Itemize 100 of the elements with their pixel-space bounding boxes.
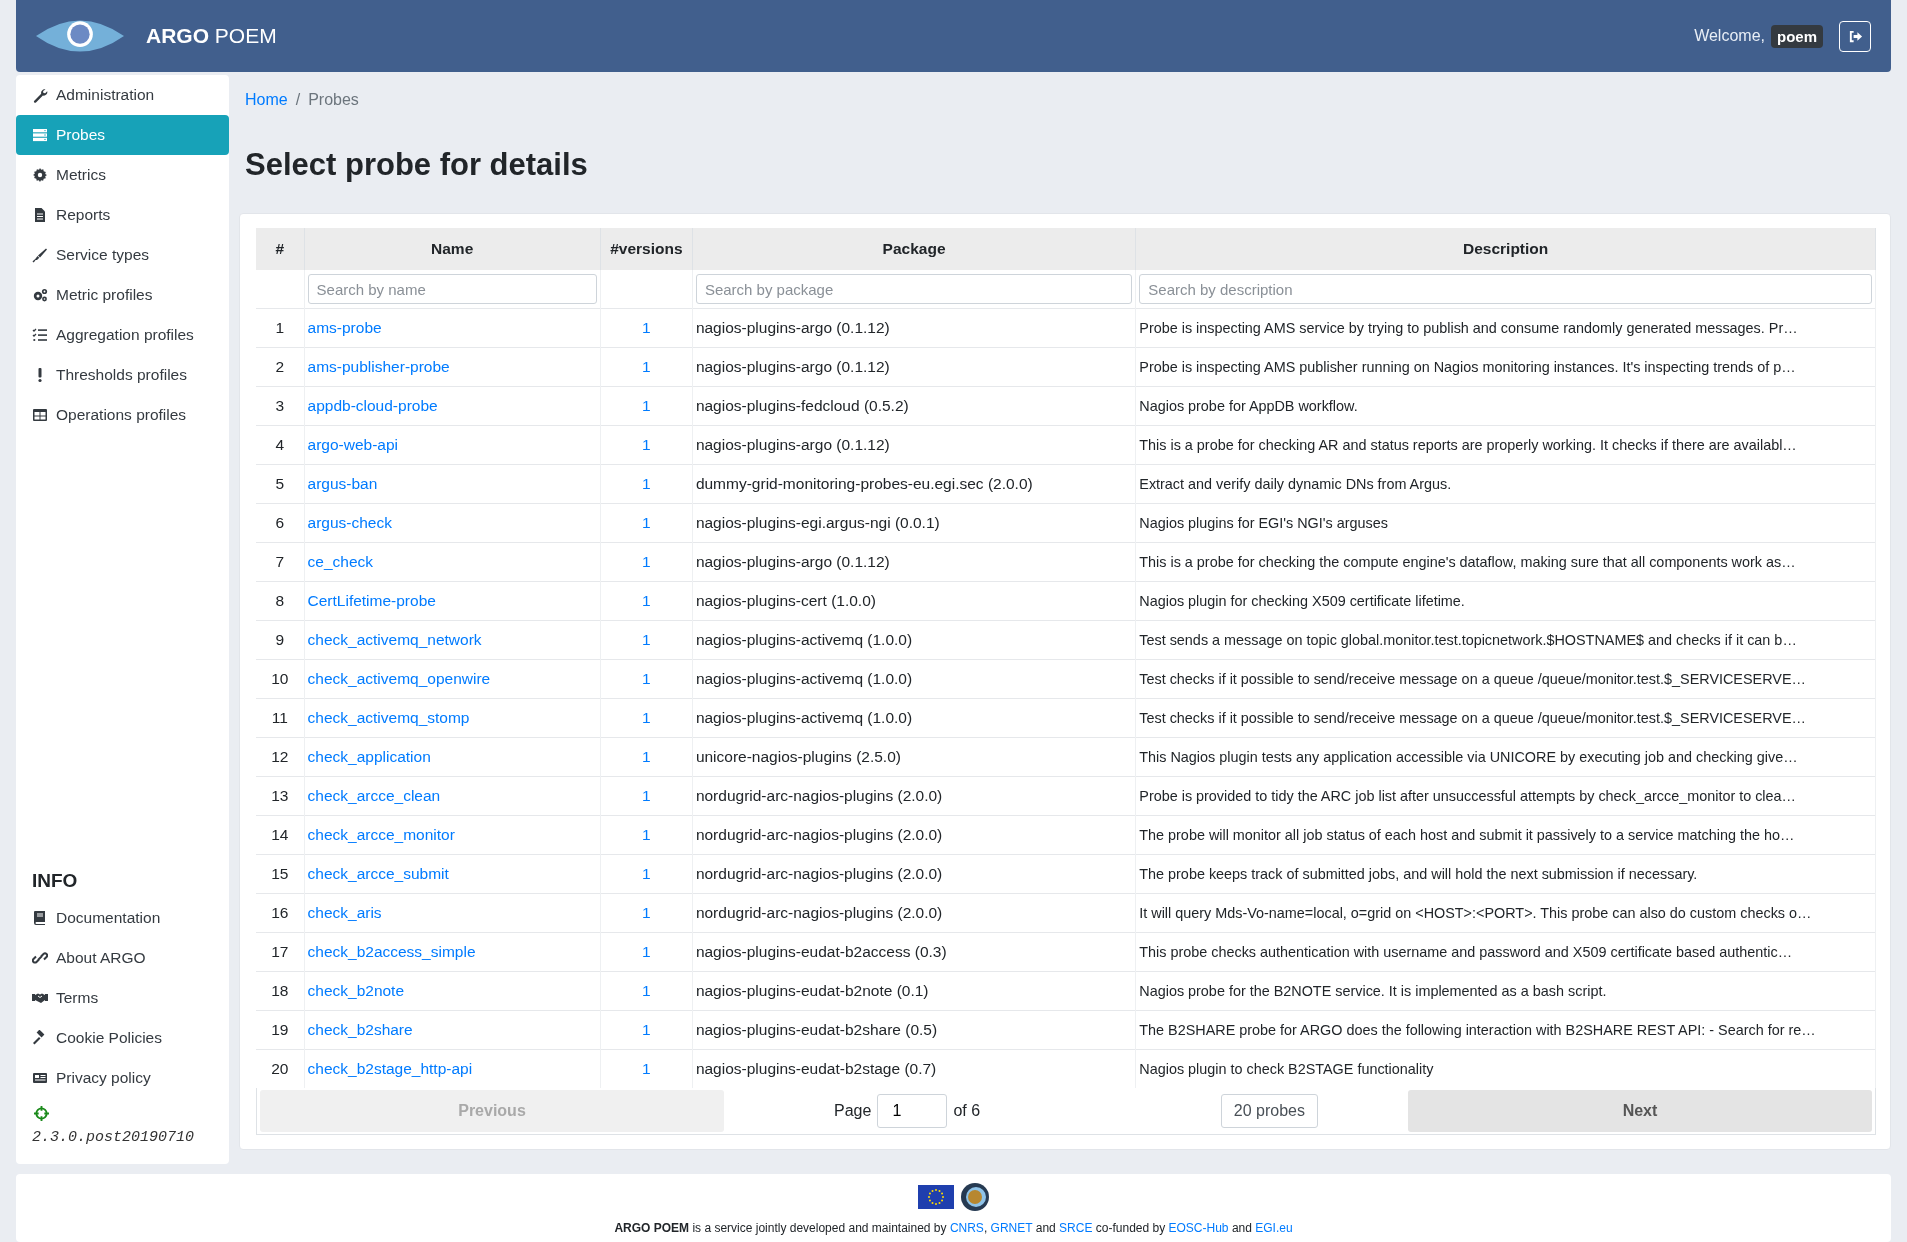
- probe-link[interactable]: check_activemq_openwire: [307, 670, 491, 687]
- sidebar-item[interactable]: Metrics: [16, 155, 229, 195]
- probe-link[interactable]: ams-publisher-probe: [307, 358, 450, 375]
- probe-link[interactable]: check_b2note: [307, 982, 405, 999]
- row-number: 12: [271, 748, 289, 765]
- package-text: nagios-plugins-argo (0.1.12): [695, 436, 890, 453]
- version-link[interactable]: 1: [642, 631, 651, 648]
- footer-link[interactable]: CNRS: [949, 1220, 984, 1235]
- description-text: Test checks if it possible to send/receive message on a queue /queue/monitor.test.$_SERVICESERVE…: [1139, 671, 1806, 687]
- footer-link[interactable]: EOSC-Hub: [1168, 1220, 1229, 1235]
- probe-link[interactable]: argo-web-api: [307, 436, 398, 453]
- version-link[interactable]: 1: [642, 904, 651, 921]
- sidebar-item[interactable]: Documentation: [16, 898, 229, 938]
- document-icon: [32, 207, 48, 223]
- version-link[interactable]: 1: [642, 826, 651, 843]
- probe-link[interactable]: check_b2access_simple: [307, 943, 476, 960]
- package-text: nagios-plugins-eudat-b2access (0.3): [695, 943, 947, 960]
- description-text: Nagios plugin for checking X509 certificate lifetime.: [1139, 593, 1465, 609]
- version-link[interactable]: 1: [642, 436, 651, 453]
- sidebar-item[interactable]: Privacy policy: [16, 1058, 229, 1098]
- welcome-text: Welcome,: [1694, 27, 1765, 45]
- package-text: unicore-nagios-plugins (2.5.0): [695, 748, 901, 765]
- page-field[interactable]: 1: [877, 1094, 948, 1128]
- column-header: Package: [692, 228, 1136, 270]
- version-link[interactable]: 1: [642, 514, 651, 531]
- probe-link[interactable]: check_arcce_clean: [307, 787, 441, 804]
- description-text: Test sends a message on topic global.monitor.test.topicnetwork.$HOSTNAME$ and checks if it can b…: [1139, 632, 1797, 648]
- version-link[interactable]: 1: [642, 1060, 651, 1077]
- package-text: nagios-plugins-activemq (1.0.0): [695, 631, 913, 648]
- version-link[interactable]: 1: [642, 709, 651, 726]
- probe-link[interactable]: check_b2share: [307, 1021, 413, 1038]
- sidebar-item[interactable]: Administration: [16, 75, 229, 115]
- package-text: nordugrid-arc-nagios-plugins (2.0.0): [695, 826, 943, 843]
- package-text: nagios-plugins-eudat-b2note (0.1): [695, 982, 929, 999]
- probe-link[interactable]: argus-check: [307, 514, 392, 531]
- package-text: nordugrid-arc-nagios-plugins (2.0.0): [695, 787, 943, 804]
- description-text: Probe is inspecting AMS service by trying to publish and consume randomly generated messages. Pr…: [1139, 320, 1798, 336]
- sidebar-item[interactable]: Thresholds profiles: [16, 355, 229, 395]
- version-link[interactable]: 1: [642, 592, 651, 609]
- sidebar-item[interactable]: About ARGO: [16, 938, 229, 978]
- argo-circle-logo: [959, 1181, 990, 1212]
- version-link[interactable]: 1: [642, 787, 651, 804]
- probe-link[interactable]: check_b2stage_http-api: [307, 1060, 473, 1077]
- probe-link[interactable]: check_activemq_network: [307, 631, 482, 648]
- version-link[interactable]: 1: [642, 553, 651, 570]
- package-text: nordugrid-arc-nagios-plugins (2.0.0): [695, 904, 943, 921]
- version-link[interactable]: 1: [642, 982, 651, 999]
- footer-text: ARGO POEM is a service jointly developed and maintained by CNRS, GRNET and SRCE co-funded by EOSC-Hub and EGI.eu: [614, 1220, 1293, 1235]
- version-link[interactable]: 1: [642, 397, 651, 414]
- version-link[interactable]: 1: [642, 319, 651, 336]
- probe-link[interactable]: CertLifetime-probe: [307, 592, 436, 609]
- sidebar-item[interactable]: Operations profiles: [16, 395, 229, 435]
- footer-link[interactable]: EGI.eu: [1255, 1220, 1293, 1235]
- sidebar-item[interactable]: Reports: [16, 195, 229, 235]
- row-number: 2: [275, 358, 285, 375]
- probe-link[interactable]: ce_check: [307, 553, 373, 570]
- sidebar-item[interactable]: Terms: [16, 978, 229, 1018]
- description-text: This is a probe for checking AR and status reports are properly working. It checks if there are availabl…: [1139, 437, 1797, 453]
- description-text: Nagios probe for the B2NOTE service. It is implemented as a bash script.: [1139, 983, 1607, 999]
- footer-link[interactable]: GRNET: [990, 1220, 1033, 1235]
- server-stack-icon: [32, 127, 48, 143]
- logout-button[interactable]: [1839, 20, 1871, 52]
- table-icon: [32, 407, 48, 423]
- version-link[interactable]: 1: [642, 475, 651, 492]
- search-field[interactable]: Search by description: [1139, 274, 1872, 304]
- sign-out-icon: [1847, 28, 1863, 44]
- probe-link[interactable]: check_arcce_submit: [307, 865, 449, 882]
- probe-link[interactable]: check_application: [307, 748, 431, 765]
- probe-link[interactable]: ams-probe: [307, 319, 382, 336]
- footer-link[interactable]: SRCE: [1059, 1220, 1093, 1235]
- package-text: nagios-plugins-argo (0.1.12): [695, 319, 890, 336]
- probe-link[interactable]: check_activemq_stomp: [307, 709, 470, 726]
- probe-link[interactable]: check_aris: [307, 904, 382, 921]
- page-label: Page: [834, 1102, 872, 1120]
- probe-link[interactable]: argus-ban: [307, 475, 378, 492]
- page-size-select[interactable]: 20 probes: [1220, 1094, 1318, 1128]
- sidebar-item[interactable]: Metric profiles: [16, 275, 229, 315]
- row-number: 5: [275, 475, 285, 492]
- sidebar-item[interactable]: Probes: [16, 115, 229, 155]
- version-link[interactable]: 1: [642, 865, 651, 882]
- version-link[interactable]: 1: [642, 670, 651, 687]
- breadcrumb-link[interactable]: Home: [245, 91, 288, 109]
- sidebar-item[interactable]: Service types: [16, 235, 229, 275]
- description-text: Extract and verify daily dynamic DNs from Argus.: [1139, 476, 1452, 492]
- package-text: nagios-plugins-activemq (1.0.0): [695, 670, 913, 687]
- package-text: nagios-plugins-eudat-b2share (0.5): [695, 1021, 938, 1038]
- version-link[interactable]: 1: [642, 943, 651, 960]
- version-link[interactable]: 1: [642, 748, 651, 765]
- package-text: nagios-plugins-eudat-b2stage (0.7): [695, 1060, 937, 1077]
- version-link[interactable]: 1: [642, 1021, 651, 1038]
- version-link[interactable]: 1: [642, 358, 651, 375]
- description-text: Nagios plugin to check B2STAGE functionality: [1139, 1061, 1434, 1077]
- next-button[interactable]: Next: [1408, 1090, 1872, 1132]
- sidebar-item[interactable]: Cookie Policies: [16, 1018, 229, 1058]
- search-field[interactable]: Search by package: [695, 274, 1133, 304]
- sidebar-item[interactable]: Aggregation profiles: [16, 315, 229, 355]
- probe-link[interactable]: appdb-cloud-probe: [307, 397, 438, 414]
- search-field[interactable]: Search by name: [307, 274, 597, 304]
- newspaper-icon: [32, 1070, 48, 1086]
- probe-link[interactable]: check_arcce_monitor: [307, 826, 455, 843]
